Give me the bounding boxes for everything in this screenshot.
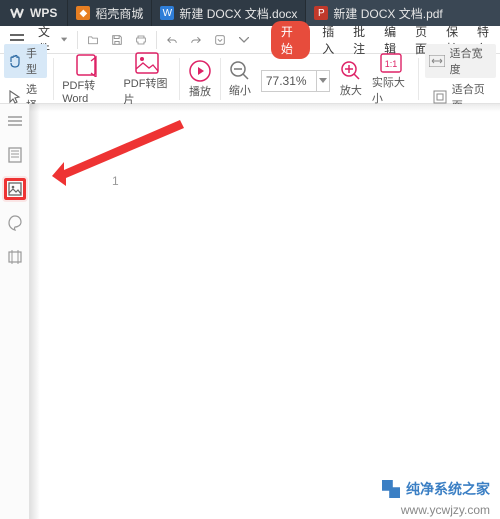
brand-label: WPS bbox=[30, 6, 57, 20]
tab-label: 新建 DOCX 文档.pdf bbox=[333, 5, 442, 22]
shadow bbox=[30, 104, 40, 519]
image-panel-icon[interactable] bbox=[4, 178, 26, 200]
zoom-out[interactable]: 缩小 bbox=[227, 60, 253, 98]
side-collapse-icon[interactable] bbox=[4, 110, 26, 132]
zoom-out-label: 缩小 bbox=[229, 82, 251, 98]
undo-icon[interactable] bbox=[163, 31, 181, 49]
actual-size-icon: 1:1 bbox=[379, 52, 403, 74]
zoom-out-icon bbox=[229, 60, 251, 82]
hand-tool[interactable]: 手型 bbox=[4, 44, 47, 78]
fit-group: 适合宽度 适合页面 bbox=[425, 44, 496, 114]
zoom-in-label: 放大 bbox=[340, 82, 362, 98]
zoom-in[interactable]: 放大 bbox=[338, 60, 364, 98]
pdf-to-word[interactable]: PDF转Word bbox=[60, 53, 115, 105]
separator bbox=[418, 58, 419, 100]
pdf-to-image[interactable]: PDF转图片 bbox=[121, 51, 173, 107]
tab-label: 稻壳商城 bbox=[95, 5, 143, 22]
work-area: 1 纯净系统之家 www.ycwjzy.com bbox=[0, 104, 500, 519]
menu-annotate[interactable]: 批注 bbox=[353, 23, 370, 57]
pdf-doc-icon: P bbox=[314, 6, 328, 20]
pdf2word-icon bbox=[75, 53, 101, 77]
svg-text:1:1: 1:1 bbox=[385, 59, 398, 69]
word-doc-icon: W bbox=[160, 6, 174, 20]
redo-icon[interactable] bbox=[187, 31, 205, 49]
menu-insert[interactable]: 插入 bbox=[322, 23, 339, 57]
hand-icon bbox=[7, 52, 22, 70]
zoom-in-icon bbox=[340, 60, 362, 82]
chevron-down-icon bbox=[61, 37, 67, 43]
shadow bbox=[30, 104, 500, 112]
document-canvas[interactable]: 1 纯净系统之家 www.ycwjzy.com bbox=[30, 104, 500, 519]
play-label: 播放 bbox=[189, 83, 211, 99]
watermark-brand-text: 纯净系统之家 bbox=[406, 479, 490, 499]
separator bbox=[179, 58, 180, 100]
tab-daoke-mall[interactable]: ◆ 稻壳商城 bbox=[68, 0, 152, 26]
watermark-brand: 纯净系统之家 bbox=[382, 479, 490, 499]
separator bbox=[220, 58, 221, 100]
fit-width[interactable]: 适合宽度 bbox=[425, 44, 496, 78]
pdf2word-label: PDF转Word bbox=[62, 77, 113, 105]
ribbon-toolbar: 手型 选择 PDF转Word PDF转图片 播放 缩小 77.31% bbox=[0, 54, 500, 104]
separator bbox=[53, 58, 54, 100]
hand-label: 手型 bbox=[26, 45, 44, 77]
fit-width-icon bbox=[428, 52, 446, 70]
zoom-dropdown[interactable] bbox=[317, 70, 330, 92]
cursor-icon bbox=[7, 88, 22, 106]
pdf2img-label: PDF转图片 bbox=[123, 75, 171, 107]
play-button[interactable]: 播放 bbox=[186, 59, 214, 99]
pointer-tools-group: 手型 选择 bbox=[4, 44, 47, 114]
more-toolbar-icon[interactable] bbox=[211, 31, 229, 49]
separator bbox=[77, 31, 78, 49]
wps-logo-icon bbox=[10, 6, 24, 20]
zoom-value-text: 77.31% bbox=[266, 74, 307, 88]
separator bbox=[156, 31, 157, 49]
open-folder-icon[interactable] bbox=[84, 31, 102, 49]
watermark-url: www.ycwjzy.com bbox=[401, 503, 490, 517]
save-icon[interactable] bbox=[108, 31, 126, 49]
chevron-down-icon bbox=[319, 78, 327, 84]
tab-label: 新建 DOCX 文档.docx bbox=[179, 5, 297, 22]
fit-page-icon bbox=[433, 88, 448, 106]
watermark-logo-icon bbox=[382, 480, 400, 498]
print-icon[interactable] bbox=[132, 31, 150, 49]
pdf2img-icon bbox=[134, 51, 160, 75]
actual-size-label: 实际大小 bbox=[372, 74, 410, 106]
zoom-value-group: 77.31% bbox=[259, 66, 332, 92]
actual-size[interactable]: 1:1 实际大小 bbox=[370, 52, 412, 106]
overflow-chevron-icon[interactable] bbox=[235, 35, 253, 45]
start-tab[interactable]: 开始 bbox=[271, 21, 310, 59]
annotation-arrow bbox=[50, 112, 190, 192]
thumbnails-panel-icon[interactable] bbox=[4, 144, 26, 166]
fire-icon: ◆ bbox=[76, 6, 90, 20]
fit-width-label: 适合宽度 bbox=[450, 45, 493, 77]
play-icon bbox=[188, 59, 212, 83]
zoom-input[interactable]: 77.31% bbox=[261, 70, 317, 92]
annotation-panel-icon[interactable] bbox=[4, 212, 26, 234]
crop-panel-icon[interactable] bbox=[4, 246, 26, 268]
side-panel bbox=[0, 104, 30, 519]
